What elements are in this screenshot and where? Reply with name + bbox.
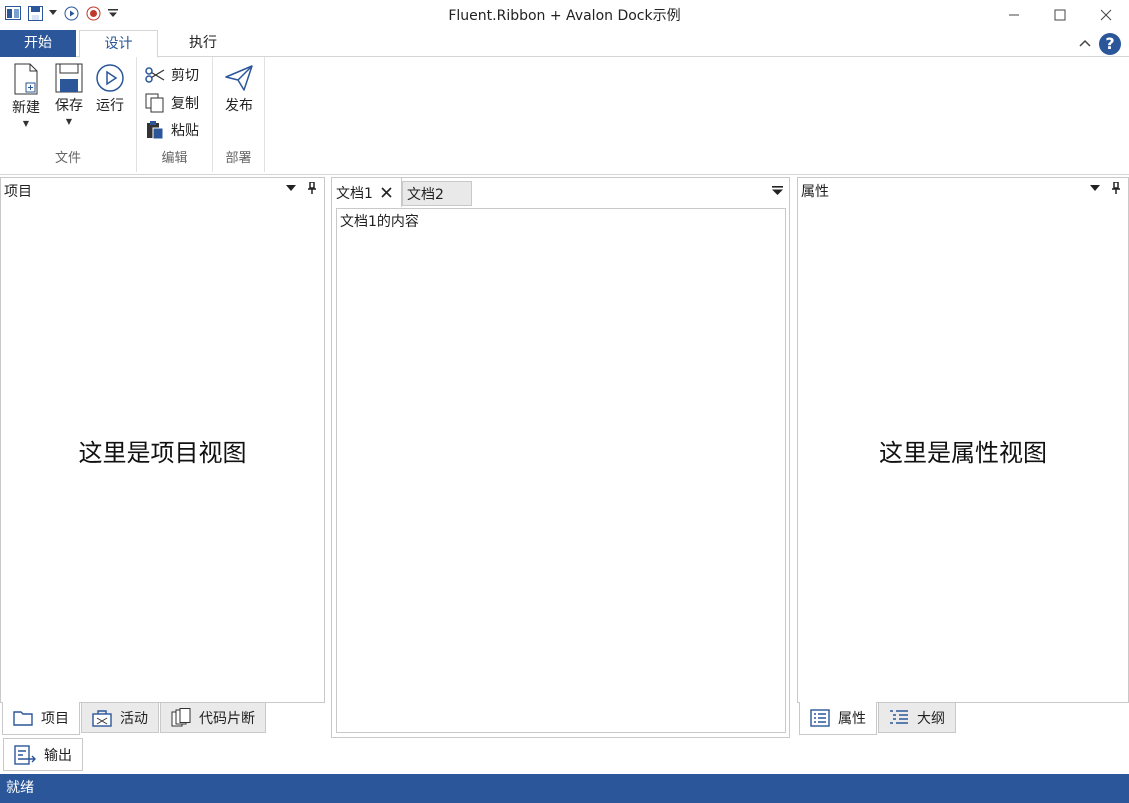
properties-list-icon xyxy=(810,709,830,727)
group-deploy-label: 部署 xyxy=(225,151,252,166)
run-label: 运行 xyxy=(96,98,124,114)
tab-output[interactable]: 输出 xyxy=(3,738,83,771)
tab-properties-label: 属性 xyxy=(838,711,866,727)
send-icon xyxy=(225,65,253,91)
document-area: 文档1 文档2 文档1的内容 xyxy=(331,177,790,738)
run-icon xyxy=(96,64,124,92)
output-icon xyxy=(14,744,36,765)
properties-pane-tools xyxy=(1090,182,1120,194)
outline-tree-icon xyxy=(890,709,908,724)
tab-outline-label: 大纲 xyxy=(917,710,945,727)
tab-snippets-label: 代码片断 xyxy=(199,710,255,727)
group-edit: 剪切 复制 粘贴 编辑 xyxy=(137,57,213,172)
tab-activity-label: 活动 xyxy=(120,710,148,727)
document-text: 文档1的内容 xyxy=(340,214,419,230)
project-pane-tools xyxy=(286,182,316,194)
project-view: 这里是项目视图 xyxy=(1,198,324,702)
ribbon-right-controls: ? xyxy=(1079,33,1121,55)
group-deploy: 发布 部署 xyxy=(213,57,265,172)
new-button[interactable]: 新建 ▼ xyxy=(7,63,45,128)
copy-button[interactable]: 复制 xyxy=(145,93,199,113)
publish-label: 发布 xyxy=(225,98,253,114)
paste-button[interactable]: 粘贴 xyxy=(145,120,199,140)
project-pane-tabs: 项目 活动 代码片断 xyxy=(2,702,267,735)
properties-pane: 属性 这里是属性视图 xyxy=(797,177,1129,703)
tab-project-label: 项目 xyxy=(41,711,69,727)
save-disk-icon xyxy=(55,63,83,93)
main-window: Fluent.Ribbon + Avalon Dock示例 开始 设计 执行 ? xyxy=(0,0,1129,803)
cut-button[interactable]: 剪切 xyxy=(145,65,199,85)
tab-design[interactable]: 设计 xyxy=(79,30,158,58)
group-file: 新建 ▼ 保存 ▼ 运行 文件 xyxy=(0,57,137,172)
ribbon: 新建 ▼ 保存 ▼ 运行 文件 剪切 复制 粘贴 编辑 发布 部署 xyxy=(0,57,1129,175)
properties-view-text: 这里是属性视图 xyxy=(879,438,1047,467)
group-edit-label: 编辑 xyxy=(161,151,188,166)
properties-view: 这里是属性视图 xyxy=(798,198,1128,702)
pane-menu-icon[interactable] xyxy=(1090,184,1100,192)
minimize-icon[interactable] xyxy=(991,0,1037,30)
doc-tab-2[interactable]: 文档2 xyxy=(402,181,472,206)
copy-label: 复制 xyxy=(171,96,199,112)
close-tab-icon[interactable] xyxy=(381,187,392,198)
status-text: 就绪 xyxy=(6,780,34,796)
collapse-ribbon-icon[interactable] xyxy=(1079,37,1091,52)
close-icon[interactable] xyxy=(1083,0,1129,30)
doc-tab-1-label: 文档1 xyxy=(336,185,373,202)
run-button[interactable]: 运行 xyxy=(91,63,129,115)
folder-icon xyxy=(13,711,33,726)
window-controls xyxy=(991,0,1129,30)
doc-tab-1[interactable]: 文档1 xyxy=(332,178,402,207)
tab-activity[interactable]: 活动 xyxy=(81,702,159,733)
help-icon[interactable]: ? xyxy=(1099,33,1121,55)
project-pane: 项目 这里是项目视图 xyxy=(0,177,325,703)
tab-output-label: 输出 xyxy=(44,747,72,764)
cut-label: 剪切 xyxy=(171,68,199,84)
new-dropdown-icon: ▼ xyxy=(22,119,30,128)
new-file-icon xyxy=(14,63,38,95)
paste-icon xyxy=(147,121,164,140)
save-button[interactable]: 保存 ▼ xyxy=(50,63,88,126)
scissors-icon xyxy=(145,67,165,83)
publish-button[interactable]: 发布 xyxy=(220,63,258,115)
tab-snippets[interactable]: 代码片断 xyxy=(160,702,266,733)
document-content[interactable]: 文档1的内容 xyxy=(336,208,786,733)
toolbox-icon xyxy=(92,709,112,727)
doc-tab-2-label: 文档2 xyxy=(407,186,444,203)
paste-label: 粘贴 xyxy=(171,123,199,139)
project-view-text: 这里是项目视图 xyxy=(78,438,247,467)
properties-pane-tabs: 属性 大纲 xyxy=(799,702,957,735)
copy-icon xyxy=(145,93,164,113)
window-title: Fluent.Ribbon + Avalon Dock示例 xyxy=(448,8,681,24)
save-dropdown-icon: ▼ xyxy=(65,117,73,126)
tab-execute[interactable]: 执行 xyxy=(165,30,241,57)
ribbon-tab-row: 开始 设计 执行 ? xyxy=(0,30,1129,58)
group-file-label: 文件 xyxy=(54,151,81,166)
snippets-icon xyxy=(171,707,191,726)
save-label: 保存 xyxy=(55,98,83,114)
status-bar: 就绪 xyxy=(0,774,1129,803)
maximize-icon[interactable] xyxy=(1037,0,1083,30)
document-list-icon[interactable] xyxy=(772,186,783,195)
title-bar: Fluent.Ribbon + Avalon Dock示例 xyxy=(0,0,1129,30)
new-label: 新建 xyxy=(12,100,40,116)
pin-icon[interactable] xyxy=(308,182,316,194)
tab-project[interactable]: 项目 xyxy=(2,702,80,735)
tab-properties[interactable]: 属性 xyxy=(799,702,877,735)
tab-start[interactable]: 开始 xyxy=(0,30,76,57)
tab-outline[interactable]: 大纲 xyxy=(878,702,956,733)
pane-menu-icon[interactable] xyxy=(286,184,296,192)
pin-icon[interactable] xyxy=(1112,182,1120,194)
